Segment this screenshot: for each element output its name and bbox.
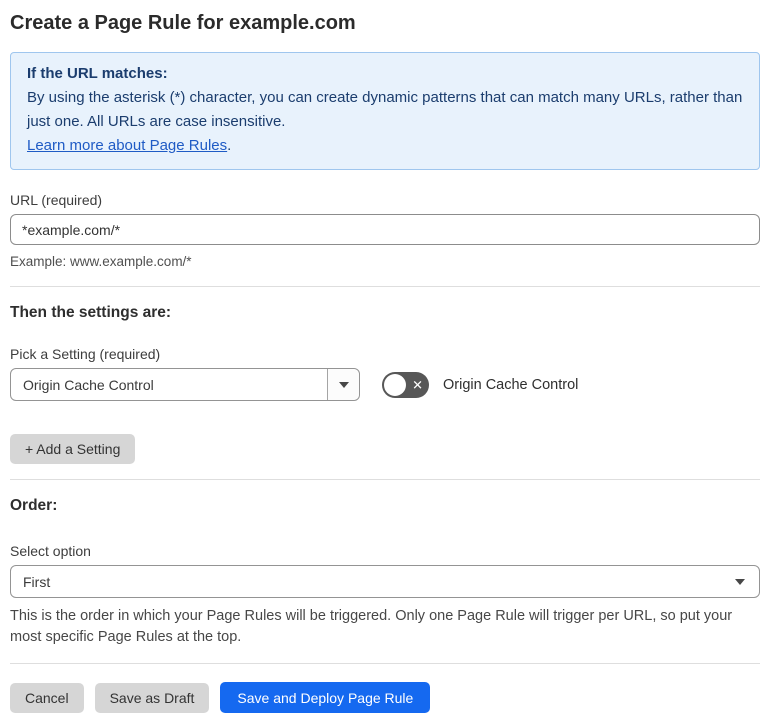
link-suffix: . [227, 137, 232, 154]
learn-more-link[interactable]: Learn more about Page Rules [27, 137, 227, 154]
info-box-link-line: Learn more about Page Rules. [27, 134, 743, 158]
toggle-label: Origin Cache Control [443, 376, 579, 393]
cancel-button[interactable]: Cancel [10, 682, 84, 713]
save-and-deploy-button[interactable]: Save and Deploy Page Rule [220, 682, 431, 713]
settings-section-heading: Then the settings are: [10, 304, 172, 321]
toggle-off-x-icon: ✕ [412, 377, 423, 392]
caret-down-icon [735, 578, 745, 585]
divider [10, 479, 760, 480]
form-actions: Cancel Save as Draft Save and Deploy Pag… [10, 682, 760, 713]
setting-select[interactable]: Origin Cache Control [10, 368, 360, 401]
save-as-draft-button[interactable]: Save as Draft [94, 682, 210, 713]
url-helper-text: Example: www.example.com/* [10, 254, 192, 269]
order-helper-text: This is the order in which your Page Rul… [10, 608, 733, 645]
divider [10, 286, 760, 287]
page-title: Create a Page Rule for example.com [10, 12, 356, 34]
order-select[interactable]: First [10, 565, 760, 598]
url-match-info-box: If the URL matches: By using the asteris… [10, 52, 760, 170]
setting-toggle[interactable]: ✕ [382, 371, 429, 398]
url-input[interactable] [10, 214, 760, 245]
toggle-knob [384, 373, 406, 396]
order-section-heading: Order: [10, 497, 58, 514]
order-select-value: First [23, 573, 51, 590]
info-box-heading: If the URL matches: [27, 65, 168, 82]
order-select-label: Select option [10, 543, 91, 559]
chevron-down-icon[interactable] [327, 369, 359, 400]
url-label: URL (required) [10, 192, 103, 208]
pick-setting-label: Pick a Setting (required) [10, 346, 161, 362]
create-page-rule-form: Create a Page Rule for example.com If th… [0, 0, 770, 727]
add-setting-button[interactable]: + Add a Setting [10, 434, 136, 464]
divider [10, 663, 760, 664]
triangle-down-icon [338, 381, 349, 388]
setting-row: Origin Cache Control ✕ Origin Cache Cont… [10, 368, 760, 401]
info-box-body: By using the asterisk (*) character, you… [27, 89, 743, 130]
setting-select-value: Origin Cache Control [23, 376, 154, 393]
